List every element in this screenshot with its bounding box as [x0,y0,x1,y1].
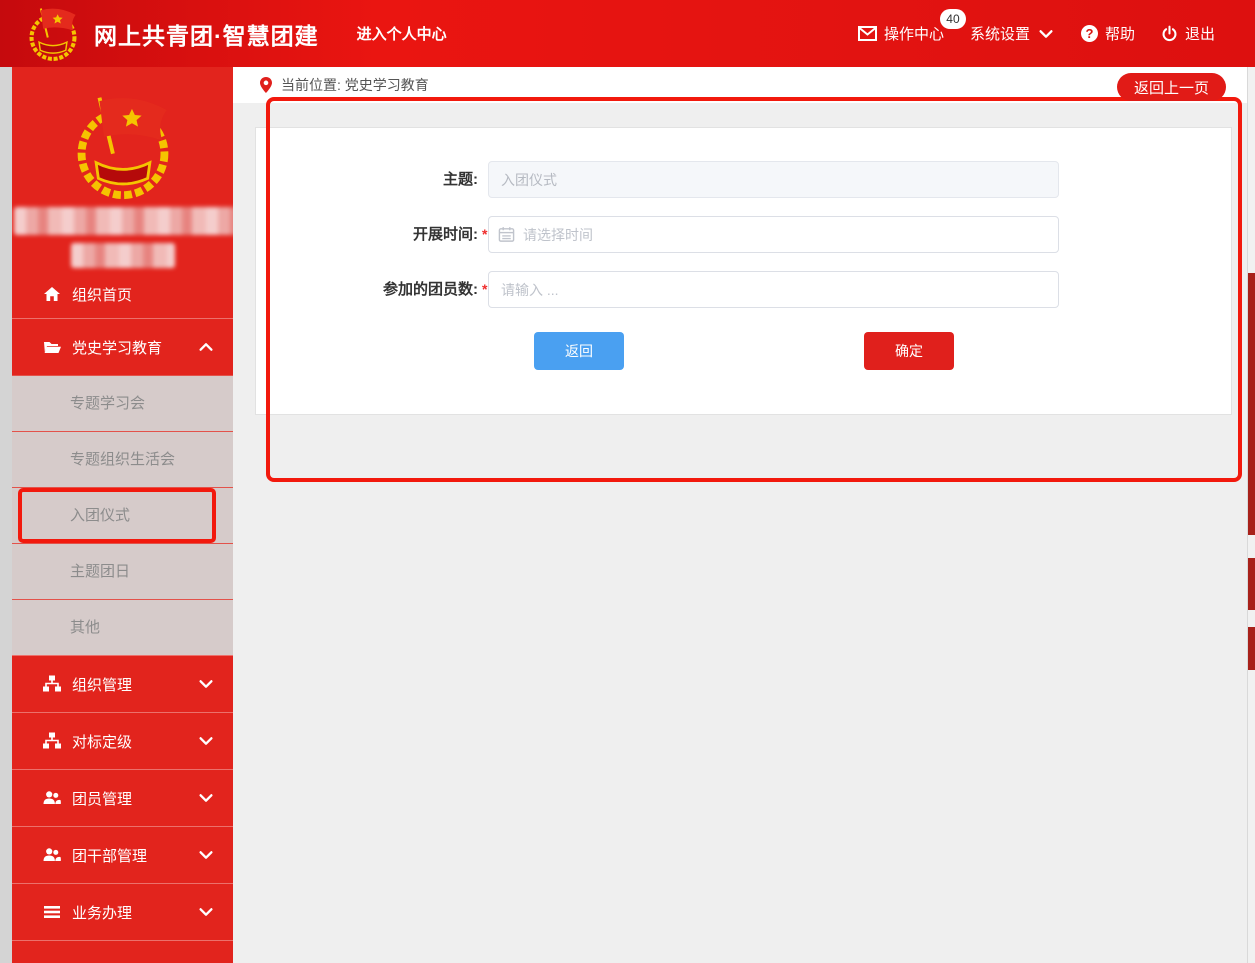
home-icon [42,284,62,304]
help-item[interactable]: 帮助 [1081,23,1135,44]
time-label: 开展时间: [256,216,478,253]
member-count-input[interactable] [488,271,1059,308]
member-count-label: 参加的团员数: [256,271,478,308]
question-circle-icon [1081,25,1098,42]
sidebar-header [12,67,233,270]
form-row-topic: 主题: [256,161,1231,198]
app-screen: 网上共青团·智慧团建 进入个人中心 操作中心 40 系统设置 帮助 [0,0,1255,963]
notification-badge: 40 [940,9,966,29]
sidebar-item-member-management[interactable]: 团员管理 [12,769,233,826]
action-center-label: 操作中心 [884,23,944,44]
personal-center-link[interactable]: 进入个人中心 [357,23,447,44]
system-settings-item[interactable]: 系统设置 [970,23,1055,44]
sidebar-item-org-management[interactable]: 组织管理 [12,655,233,712]
main-content: 当前位置: 党史学习教育 返回上一页 主题: 开展时间: * [233,67,1247,963]
chevron-down-icon [197,675,215,693]
action-center-item[interactable]: 操作中心 40 [858,23,944,44]
chevron-down-icon [197,846,215,864]
scrollbar-annotation-mark [1248,627,1255,670]
submenu-item-other[interactable]: 其他 [12,599,233,655]
folder-open-icon [42,337,62,357]
app-title: 网上共青团·智慧团建 [94,17,319,51]
system-settings-label: 系统设置 [970,23,1030,44]
list-icon [42,902,62,922]
time-picker-input[interactable] [488,216,1059,253]
sidebar-item-label: 业务办理 [72,902,132,923]
sidebar-nav: 组织首页 党史学习教育 专题学习会 专题组织生活会 入团仪式 主题团日 其他 [12,270,233,962]
sidebar-item-label: 团员管理 [72,788,132,809]
chevron-up-icon [197,338,215,356]
sitemap-icon [42,731,62,751]
sidebar-submenu: 专题学习会 专题组织生活会 入团仪式 主题团日 其他 [12,375,233,655]
breadcrumb-bar: 当前位置: 党史学习教育 返回上一页 [233,67,1247,103]
logout-item[interactable]: 退出 [1161,23,1215,44]
chevron-down-icon [197,732,215,750]
confirm-button[interactable]: 确定 [864,332,954,370]
submenu-item-league-admission-ceremony[interactable]: 入团仪式 [12,487,233,543]
submenu-item-theme-league-day[interactable]: 主题团日 [12,543,233,599]
sidebar-item-party-history-education[interactable]: 党史学习教育 [12,318,233,375]
scrollbar-track[interactable] [1247,67,1255,963]
sidebar-item-business-handling[interactable]: 业务办理 [12,883,233,940]
scrollbar-annotation-mark [1248,273,1255,535]
sitemap-icon [42,674,62,694]
header-actions: 操作中心 40 系统设置 帮助 退出 [858,0,1215,67]
form-card: 主题: 开展时间: * [255,127,1232,415]
sidebar-item-label: 对标定级 [72,731,132,752]
league-emblem-icon [24,5,82,63]
submenu-item-special-org-life-meeting[interactable]: 专题组织生活会 [12,431,233,487]
topic-input[interactable] [488,161,1059,198]
help-label: 帮助 [1105,23,1135,44]
envelope-icon [858,26,877,41]
league-emblem-large-icon [67,91,179,203]
chevron-down-icon [197,903,215,921]
sidebar-item-cadre-management[interactable]: 团干部管理 [12,826,233,883]
sidebar: 组织首页 党史学习教育 专题学习会 专题组织生活会 入团仪式 主题团日 其他 [12,67,233,963]
logout-label: 退出 [1185,23,1215,44]
power-icon [1161,25,1178,42]
location-pin-icon [258,75,274,95]
users-icon [42,788,62,808]
masked-org-name-line1 [14,207,233,235]
back-to-previous-page-button[interactable]: 返回上一页 [1117,73,1226,101]
sidebar-item-label: 团干部管理 [72,845,147,866]
return-button[interactable]: 返回 [534,332,624,370]
masked-org-name-line2 [71,243,175,268]
scrollbar-annotation-mark [1248,558,1255,610]
users-icon [42,845,62,865]
form-row-time: 开展时间: * [256,216,1231,253]
breadcrumb: 当前位置: 党史学习教育 [281,75,429,95]
submenu-item-special-study-meeting[interactable]: 专题学习会 [12,375,233,431]
left-gray-rail [0,67,12,963]
sidebar-item-label: 组织首页 [72,284,132,305]
top-header-bar: 网上共青团·智慧团建 进入个人中心 操作中心 40 系统设置 帮助 [0,0,1255,67]
sidebar-item-partial [12,940,233,962]
sidebar-item-label: 党史学习教育 [72,337,162,358]
chevron-down-icon [1037,25,1055,43]
sidebar-item-org-home[interactable]: 组织首页 [12,270,233,318]
chevron-down-icon [197,789,215,807]
form-row-member-count: 参加的团员数: * [256,271,1231,308]
sidebar-item-label: 组织管理 [72,674,132,695]
brand: 网上共青团·智慧团建 进入个人中心 [24,5,447,63]
sidebar-item-benchmark-grading[interactable]: 对标定级 [12,712,233,769]
topic-label: 主题: [256,161,478,198]
